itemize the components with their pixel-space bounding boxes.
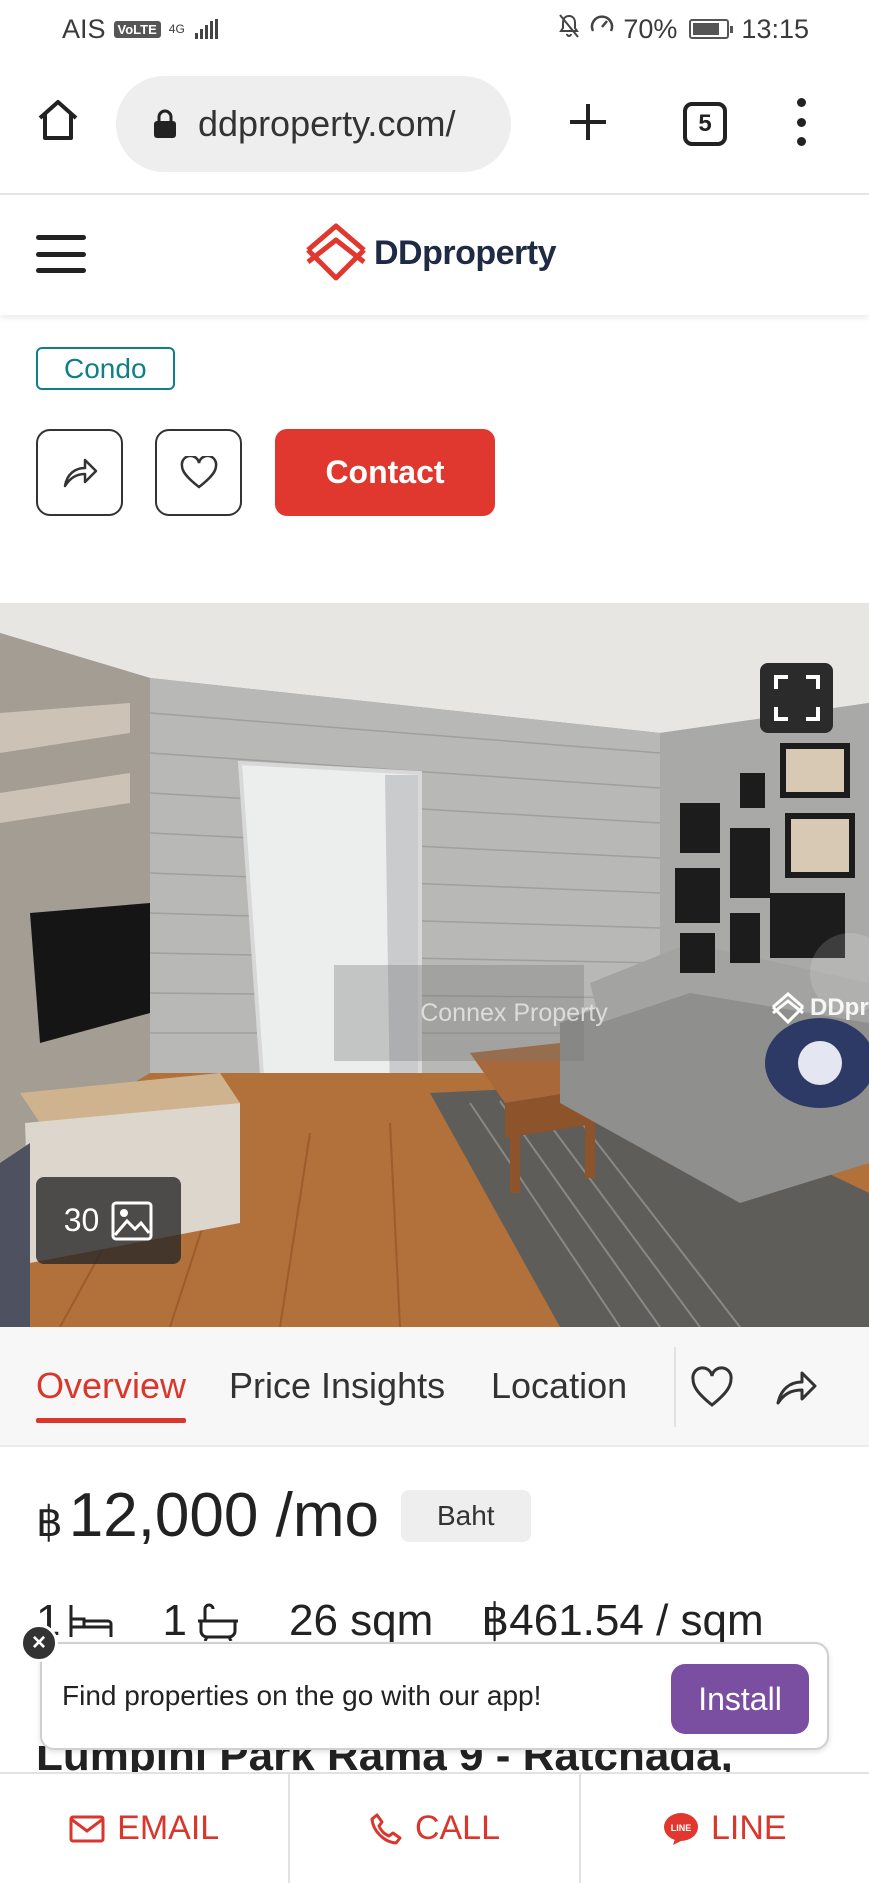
battery-icon <box>689 19 734 39</box>
email-button[interactable]: EMAIL <box>0 1774 291 1883</box>
tab-location[interactable]: Location <box>491 1365 627 1407</box>
price: ฿12,000 /mo <box>36 1480 379 1551</box>
bottom-contact-bar: EMAIL CALL LINE LINE <box>0 1772 869 1883</box>
call-button[interactable]: CALL <box>290 1774 581 1883</box>
currency-symbol: ฿ <box>36 1498 63 1545</box>
line-chat-icon: LINE <box>664 1812 699 1845</box>
close-icon[interactable]: × <box>20 1624 58 1662</box>
photo-count-badge[interactable]: 30 <box>36 1177 181 1264</box>
photo-watermark: Connex Property <box>334 965 608 1061</box>
new-tab-icon[interactable] <box>566 100 610 144</box>
address-bar[interactable]: ddproperty.com/ <box>116 76 511 172</box>
bed-icon <box>69 1604 113 1637</box>
favorite-button[interactable] <box>155 429 242 516</box>
bathrooms: 1 <box>162 1596 240 1646</box>
fullscreen-button[interactable] <box>760 663 833 733</box>
app-install-banner: Find properties on the go with our app! … <box>40 1642 829 1750</box>
browser-menu-icon[interactable] <box>795 98 807 146</box>
ddproperty-logo-icon <box>306 223 366 281</box>
brand-name: DDproperty <box>374 233 557 272</box>
price-row: ฿12,000 /mo Baht <box>36 1480 531 1551</box>
tabs-divider <box>674 1347 676 1427</box>
mute-bell-icon <box>557 13 581 46</box>
site-header: DDproperty <box>0 195 869 315</box>
svg-text:LINE: LINE <box>671 1823 692 1833</box>
call-label: CALL <box>414 1809 501 1847</box>
status-left: AIS VoLTE 4G <box>62 14 218 45</box>
bathrooms-count: 1 <box>162 1595 187 1645</box>
lock-icon <box>154 109 176 138</box>
install-button[interactable]: Install <box>671 1664 809 1734</box>
site-logo[interactable]: DDproperty <box>302 220 557 286</box>
heart-icon[interactable] <box>689 1365 735 1411</box>
browser-toolbar: ddproperty.com/ 5 <box>0 58 869 195</box>
bathtub-icon <box>197 1603 238 1641</box>
status-bar: AIS VoLTE 4G 70% 13:15 <box>0 0 869 58</box>
photo-count: 30 <box>63 1202 100 1238</box>
hamburger-menu-icon[interactable] <box>36 235 86 273</box>
signal-icon <box>194 19 218 39</box>
heart-icon <box>180 455 217 489</box>
listing-photo[interactable]: Connex Property DDpr 30 <box>0 603 869 1327</box>
phone-icon <box>370 1813 402 1844</box>
carrier-label: AIS <box>62 13 106 44</box>
section-tabs: Overview Price Insights Location <box>0 1327 869 1447</box>
floor-area: 26 sqm <box>288 1595 434 1645</box>
ddproperty-watermark-icon <box>771 992 805 1025</box>
battery-percent: 70% <box>623 13 678 44</box>
gallery-icon <box>111 1201 153 1240</box>
envelope-icon <box>69 1815 105 1842</box>
price-per-sqm: ฿461.54 / sqm <box>481 1596 764 1645</box>
property-type-tag: Condo <box>36 347 175 390</box>
clock: 13:15 <box>741 13 809 44</box>
email-label: EMAIL <box>117 1809 220 1847</box>
expand-icon <box>773 675 820 721</box>
tab-count: 5 <box>698 110 712 137</box>
share-arrow-icon <box>63 458 97 487</box>
status-right: 70% 13:15 <box>557 13 809 46</box>
price-amount: 12,000 /mo <box>68 1481 379 1550</box>
tab-switcher-button[interactable]: 5 <box>683 102 727 146</box>
app-banner-text: Find properties on the go with our app! <box>62 1680 542 1711</box>
specs-row: 1 1 26 sqm ฿461.54 / sqm <box>36 1595 812 1646</box>
share-arrow-icon[interactable] <box>773 1365 819 1411</box>
data-saver-icon <box>589 13 615 46</box>
line-button[interactable]: LINE LINE <box>581 1774 869 1883</box>
tab-price-insights[interactable]: Price Insights <box>229 1365 445 1407</box>
tab-overview[interactable]: Overview <box>36 1365 187 1423</box>
url-text: ddproperty.com/ <box>198 103 456 144</box>
home-icon[interactable] <box>34 96 82 144</box>
watermark-text: Connex Property <box>420 998 608 1027</box>
share-button[interactable] <box>36 429 123 516</box>
volte-badge: VoLTE <box>113 20 161 38</box>
network-label: 4G <box>168 22 185 36</box>
currency-chip[interactable]: Baht <box>400 1489 531 1542</box>
contact-button[interactable]: Contact <box>275 429 495 516</box>
line-label: LINE <box>711 1809 787 1847</box>
